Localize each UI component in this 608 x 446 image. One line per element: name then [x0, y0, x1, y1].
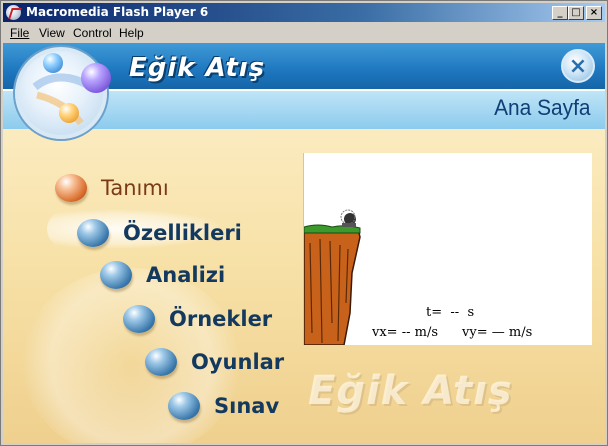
app-title: Eğik Atış	[129, 53, 266, 83]
time-value: --	[450, 305, 460, 320]
cannon-icon	[340, 209, 356, 227]
blue-orb-icon	[168, 392, 200, 420]
menu-view-label: View	[39, 26, 65, 40]
watermark-title: Eğik Atış	[308, 368, 513, 414]
logo-orange-ball	[59, 103, 79, 123]
vy-readout: vy= — m/s	[462, 325, 532, 340]
menu-control[interactable]: Control	[73, 26, 112, 40]
nav-item-label: Tanımı	[101, 176, 169, 200]
blue-orb-icon	[100, 261, 132, 289]
window-title: Macromedia Flash Player 6	[26, 5, 209, 19]
maximize-button[interactable]: □	[568, 6, 584, 20]
simulation-panel: t= -- s vx= -- m/s vy= — m/s	[303, 153, 592, 345]
nav-item-label: Özellikleri	[123, 221, 242, 245]
time-unit: s	[467, 305, 475, 320]
blue-orb-icon	[145, 348, 177, 376]
logo-purple-ball	[81, 63, 111, 93]
nav-item-label: Analizi	[146, 263, 226, 287]
menu-file-label: File	[10, 26, 30, 40]
nav-item-label: Sınav	[214, 394, 280, 418]
title-bar[interactable]: Macromedia Flash Player 6 _ □ ×	[3, 3, 605, 22]
nav-item-label: Oyunlar	[191, 350, 285, 374]
cliff-icon	[304, 224, 361, 345]
menu-help-label: Help	[119, 26, 144, 40]
close-window-button[interactable]: ×	[586, 6, 602, 20]
nav-item-label: Örnekler	[169, 307, 273, 331]
menu-bar: File View Control Help	[3, 23, 605, 42]
flash-stage: Eğik Atış Eğik Atış Ana Sayfa × Tanımı Ö…	[3, 43, 605, 443]
flash-player-window: Macromedia Flash Player 6 _ □ × File Vie…	[0, 0, 608, 446]
blue-orb-icon	[77, 219, 109, 247]
vy-unit: m/s	[508, 325, 533, 340]
close-app-button[interactable]: ×	[561, 49, 595, 83]
flash-player-icon	[6, 5, 21, 20]
menu-control-label: Control	[73, 26, 112, 40]
vy-label: vy=	[462, 325, 488, 340]
page-label: Ana Sayfa	[494, 95, 591, 120]
menu-help[interactable]: Help	[119, 26, 144, 40]
minimize-button[interactable]: _	[552, 6, 568, 20]
vx-readout: vx= -- m/s	[372, 325, 438, 340]
time-label: t=	[426, 305, 443, 320]
menu-view[interactable]: View	[39, 26, 65, 40]
vx-value: --	[401, 325, 411, 340]
time-readout: t= -- s	[426, 305, 474, 320]
vx-unit: m/s	[414, 325, 439, 340]
blue-orb-icon	[123, 305, 155, 333]
logo-blue-ball	[43, 53, 63, 73]
vx-label: vx=	[372, 325, 398, 340]
vy-value: —	[491, 325, 505, 340]
orange-orb-icon	[55, 174, 87, 202]
menu-file[interactable]: File	[10, 26, 29, 40]
